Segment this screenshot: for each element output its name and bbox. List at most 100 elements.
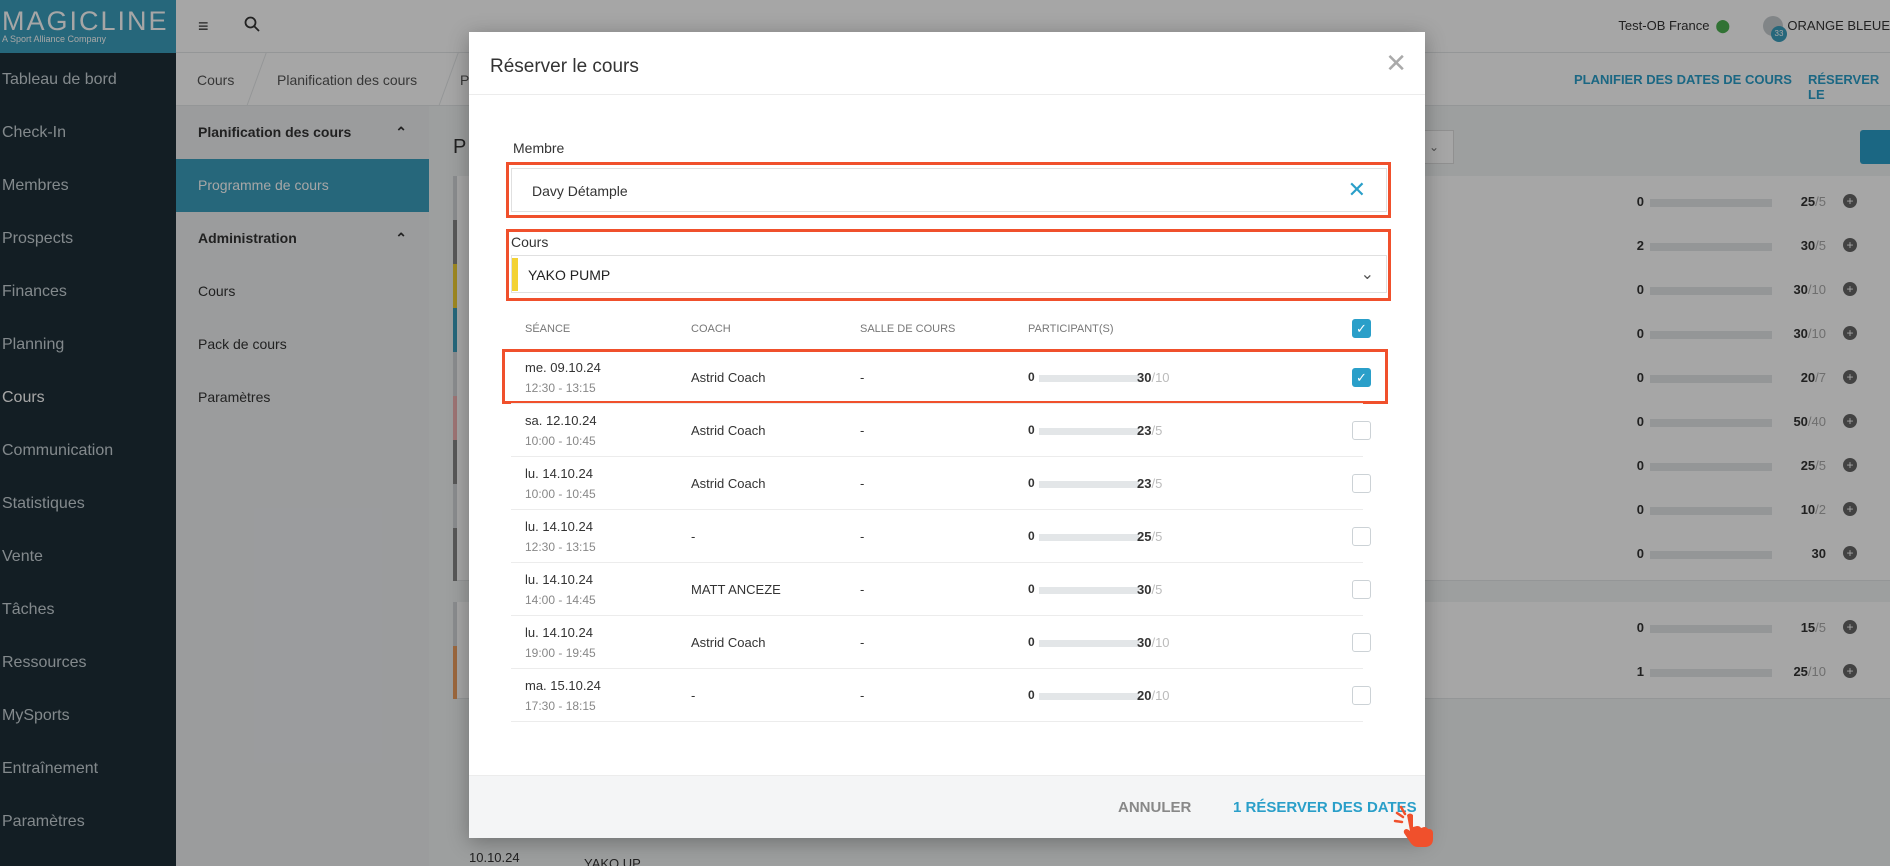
capacity-denominator: /5 xyxy=(1151,476,1163,491)
session-date: sa. 12.10.24 xyxy=(525,413,597,428)
session-room: - xyxy=(860,688,865,703)
session-row[interactable]: me. 09.10.24 12:30 - 13:15 Astrid Coach - 0 3… xyxy=(511,351,1371,404)
course-color-marker xyxy=(512,258,518,291)
capacity-value: 23 xyxy=(1137,476,1152,491)
session-row[interactable]: lu. 14.10.24 10:00 - 10:45 Astrid Coach - 0 2… xyxy=(511,457,1371,510)
session-time: 12:30 - 13:15 xyxy=(525,381,596,395)
book-course-dialog: Réserver le cours ✕ Membre Davy Détample… xyxy=(469,32,1425,838)
course-select[interactable]: YAKO PUMP ⌄ xyxy=(511,255,1387,293)
session-row[interactable]: sa. 12.10.24 10:00 - 10:45 Astrid Coach - 0 2… xyxy=(511,404,1371,457)
session-time: 12:30 - 13:15 xyxy=(525,540,596,554)
capacity-value: 30 xyxy=(1137,635,1152,650)
dialog-title: Réserver le cours xyxy=(490,56,639,77)
session-capacity: 25/5 xyxy=(1137,529,1162,544)
capacity-value: 30 xyxy=(1137,582,1152,597)
session-date: me. 09.10.24 xyxy=(525,360,601,375)
session-time: 10:00 - 10:45 xyxy=(525,434,596,448)
capacity-value: 20 xyxy=(1137,688,1152,703)
select-all-checkbox[interactable]: ✓ xyxy=(1352,319,1371,338)
capacity-value: 23 xyxy=(1137,423,1152,438)
session-time: 19:00 - 19:45 xyxy=(525,646,596,660)
col-participants: PARTICIPANT(S) xyxy=(1028,323,1114,335)
session-checkbox[interactable] xyxy=(1352,474,1371,493)
capacity-denominator: /5 xyxy=(1151,582,1163,597)
capacity-denominator: /5 xyxy=(1151,529,1163,544)
session-date: ma. 15.10.24 xyxy=(525,678,601,693)
session-time: 10:00 - 10:45 xyxy=(525,487,596,501)
session-room: - xyxy=(860,370,865,385)
course-value: YAKO PUMP xyxy=(528,267,611,283)
session-time: 17:30 - 18:15 xyxy=(525,699,596,713)
course-label: Cours xyxy=(511,234,549,250)
session-checkbox[interactable] xyxy=(1352,421,1371,440)
session-coach: Astrid Coach xyxy=(691,423,766,438)
session-time: 14:00 - 14:45 xyxy=(525,593,596,607)
col-seance: SÉANCE xyxy=(525,323,571,335)
session-row[interactable]: lu. 14.10.24 12:30 - 13:15 - - 0 25/5 xyxy=(511,510,1371,563)
capacity-value: 30 xyxy=(1137,370,1152,385)
member-field[interactable]: Davy Détample ✕ xyxy=(511,168,1387,212)
session-checkbox[interactable] xyxy=(1352,527,1371,546)
session-room: - xyxy=(860,423,865,438)
session-capacity: 30/10 xyxy=(1137,370,1170,385)
sessions-table-header: SÉANCE COACH SALLE DE COURS PARTICIPANT(… xyxy=(511,312,1387,345)
session-room: - xyxy=(860,582,865,597)
participants-bar xyxy=(1039,534,1139,541)
session-booked: 0 xyxy=(1028,423,1035,437)
dialog-footer: ANNULER 1 RÉSERVER DES DATES xyxy=(469,775,1425,838)
session-capacity: 23/5 xyxy=(1137,476,1162,491)
col-coach: COACH xyxy=(691,323,731,335)
member-value: Davy Détample xyxy=(532,183,628,199)
session-date: lu. 14.10.24 xyxy=(525,625,593,640)
session-coach: Astrid Coach xyxy=(691,635,766,650)
participants-bar xyxy=(1039,481,1139,488)
session-booked: 0 xyxy=(1028,635,1035,649)
session-capacity: 23/5 xyxy=(1137,423,1162,438)
member-label: Membre xyxy=(513,140,565,156)
session-row[interactable]: lu. 14.10.24 19:00 - 19:45 Astrid Coach - 0 3… xyxy=(511,616,1371,669)
session-row[interactable]: lu. 14.10.24 14:00 - 14:45 MATT ANCEZE - 0 30… xyxy=(511,563,1371,616)
session-checkbox[interactable] xyxy=(1352,686,1371,705)
dialog-header: Réserver le cours ✕ xyxy=(469,32,1425,95)
session-capacity: 30/5 xyxy=(1137,582,1162,597)
close-icon[interactable]: ✕ xyxy=(1385,48,1407,79)
capacity-denominator: /10 xyxy=(1151,635,1170,650)
session-row[interactable]: ma. 15.10.24 17:30 - 18:15 - - 0 20/10 xyxy=(511,669,1371,722)
session-capacity: 20/10 xyxy=(1137,688,1170,703)
session-booked: 0 xyxy=(1028,688,1035,702)
session-date: lu. 14.10.24 xyxy=(525,466,593,481)
session-room: - xyxy=(860,635,865,650)
cancel-button[interactable]: ANNULER xyxy=(1118,799,1191,816)
clear-icon[interactable]: ✕ xyxy=(1348,177,1366,203)
session-booked: 0 xyxy=(1028,476,1035,490)
session-checkbox[interactable] xyxy=(1352,633,1371,652)
session-coach: - xyxy=(691,688,696,703)
session-coach: - xyxy=(691,529,696,544)
capacity-denominator: /5 xyxy=(1151,423,1163,438)
participants-bar xyxy=(1039,428,1139,435)
capacity-value: 25 xyxy=(1137,529,1152,544)
participants-bar xyxy=(1039,587,1139,594)
session-room: - xyxy=(860,529,865,544)
session-coach: Astrid Coach xyxy=(691,370,766,385)
session-booked: 0 xyxy=(1028,582,1035,596)
session-date: lu. 14.10.24 xyxy=(525,572,593,587)
session-checkbox[interactable] xyxy=(1352,580,1371,599)
book-dates-button[interactable]: 1 RÉSERVER DES DATES xyxy=(1233,799,1417,816)
session-room: - xyxy=(860,476,865,491)
capacity-denominator: /10 xyxy=(1151,370,1170,385)
pointer-hand-icon xyxy=(1393,805,1433,847)
session-booked: 0 xyxy=(1028,529,1035,543)
capacity-denominator: /10 xyxy=(1151,688,1170,703)
participants-bar xyxy=(1039,693,1139,700)
session-checkbox[interactable]: ✓ xyxy=(1352,368,1371,387)
chevron-down-icon: ⌄ xyxy=(1360,266,1374,283)
session-capacity: 30/10 xyxy=(1137,635,1170,650)
session-coach: Astrid Coach xyxy=(691,476,766,491)
col-room: SALLE DE COURS xyxy=(860,323,956,335)
session-booked: 0 xyxy=(1028,370,1035,384)
participants-bar xyxy=(1039,640,1139,647)
session-coach: MATT ANCEZE xyxy=(691,582,781,597)
participants-bar xyxy=(1039,375,1139,382)
session-date: lu. 14.10.24 xyxy=(525,519,593,534)
